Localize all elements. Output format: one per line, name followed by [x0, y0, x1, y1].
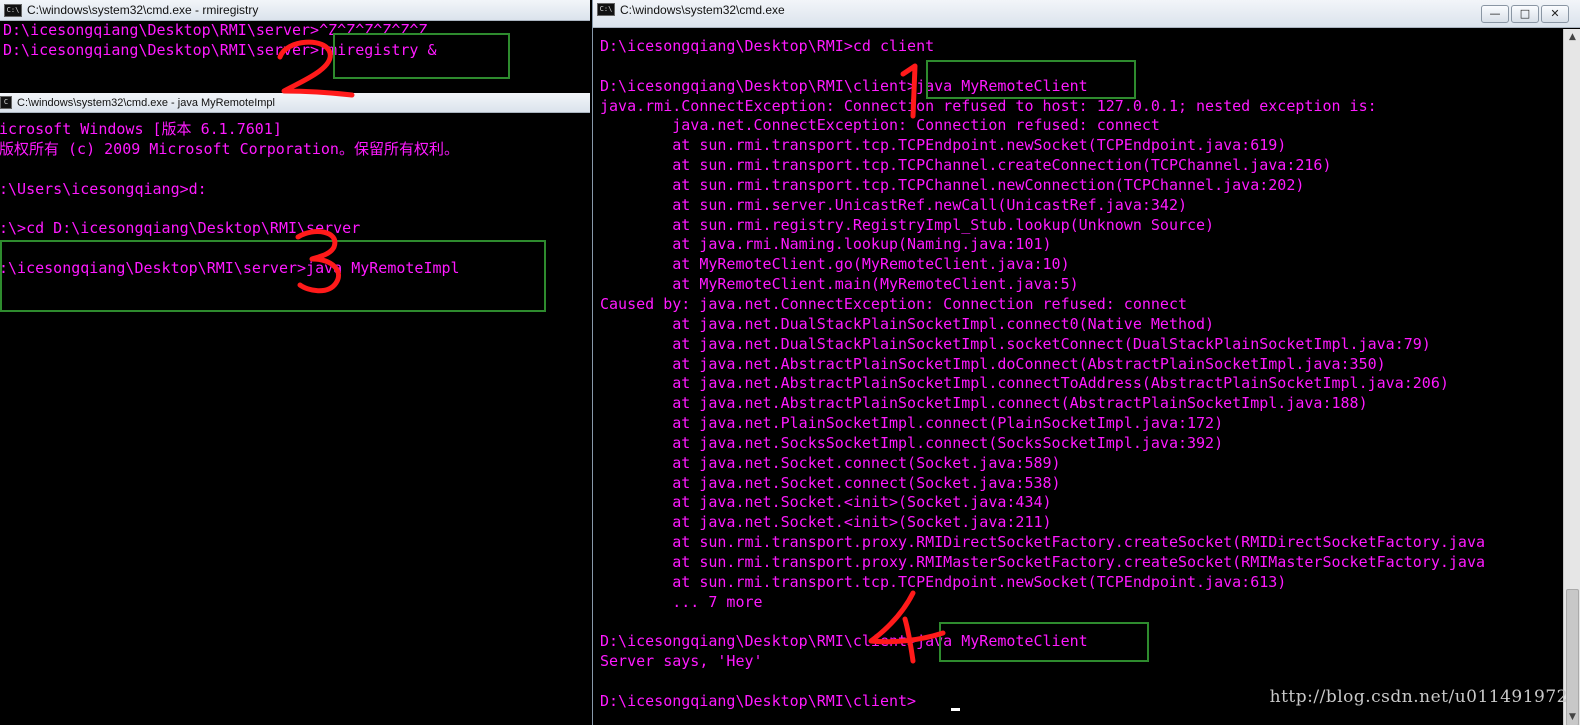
- vertical-scrollbar[interactable]: ▲ ▼: [1563, 29, 1580, 725]
- minimize-button[interactable]: —: [1481, 5, 1509, 23]
- window-titlebar[interactable]: C:\ C:\windows\system32\cmd.exe - rmireg…: [0, 0, 590, 21]
- window-title: C:\windows\system32\cmd.exe - java MyRem…: [17, 96, 275, 109]
- cmd-window-client: C:\ C:\windows\system32\cmd.exe — □ ✕ D:…: [592, 0, 1580, 725]
- highlight-box-client-second: [939, 622, 1149, 662]
- highlight-box-rmiregistry: [333, 33, 510, 79]
- window-titlebar[interactable]: C:\ C:\windows\system32\cmd.exe: [593, 0, 1580, 28]
- scroll-down-arrow-icon[interactable]: ▼: [1564, 709, 1580, 725]
- window-controls: — □ ✕: [1481, 5, 1569, 23]
- cmd-window-myremoteimpl: C C:\windows\system32\cmd.exe - java MyR…: [0, 93, 590, 725]
- window-titlebar[interactable]: C C:\windows\system32\cmd.exe - java MyR…: [0, 93, 590, 113]
- cmd-icon: C:\: [597, 3, 615, 16]
- watermark: http://blog.csdn.net/u011491972: [1269, 687, 1568, 707]
- window-title: C:\windows\system32\cmd.exe: [620, 3, 785, 17]
- highlight-box-client-first: [926, 60, 1136, 99]
- cmd-icon: C:\: [4, 3, 22, 17]
- close-button[interactable]: ✕: [1541, 5, 1569, 23]
- cmd-icon: C: [0, 96, 12, 109]
- window-title: C:\windows\system32\cmd.exe - rmiregistr…: [27, 3, 259, 17]
- highlight-box-myremoteimpl: [0, 240, 546, 312]
- console-output: D:\icesongqiang\Desktop\RMI>cd client D:…: [600, 37, 1486, 710]
- maximize-button[interactable]: □: [1511, 5, 1539, 23]
- text-cursor: [951, 708, 960, 711]
- scroll-up-arrow-icon[interactable]: ▲: [1564, 29, 1580, 45]
